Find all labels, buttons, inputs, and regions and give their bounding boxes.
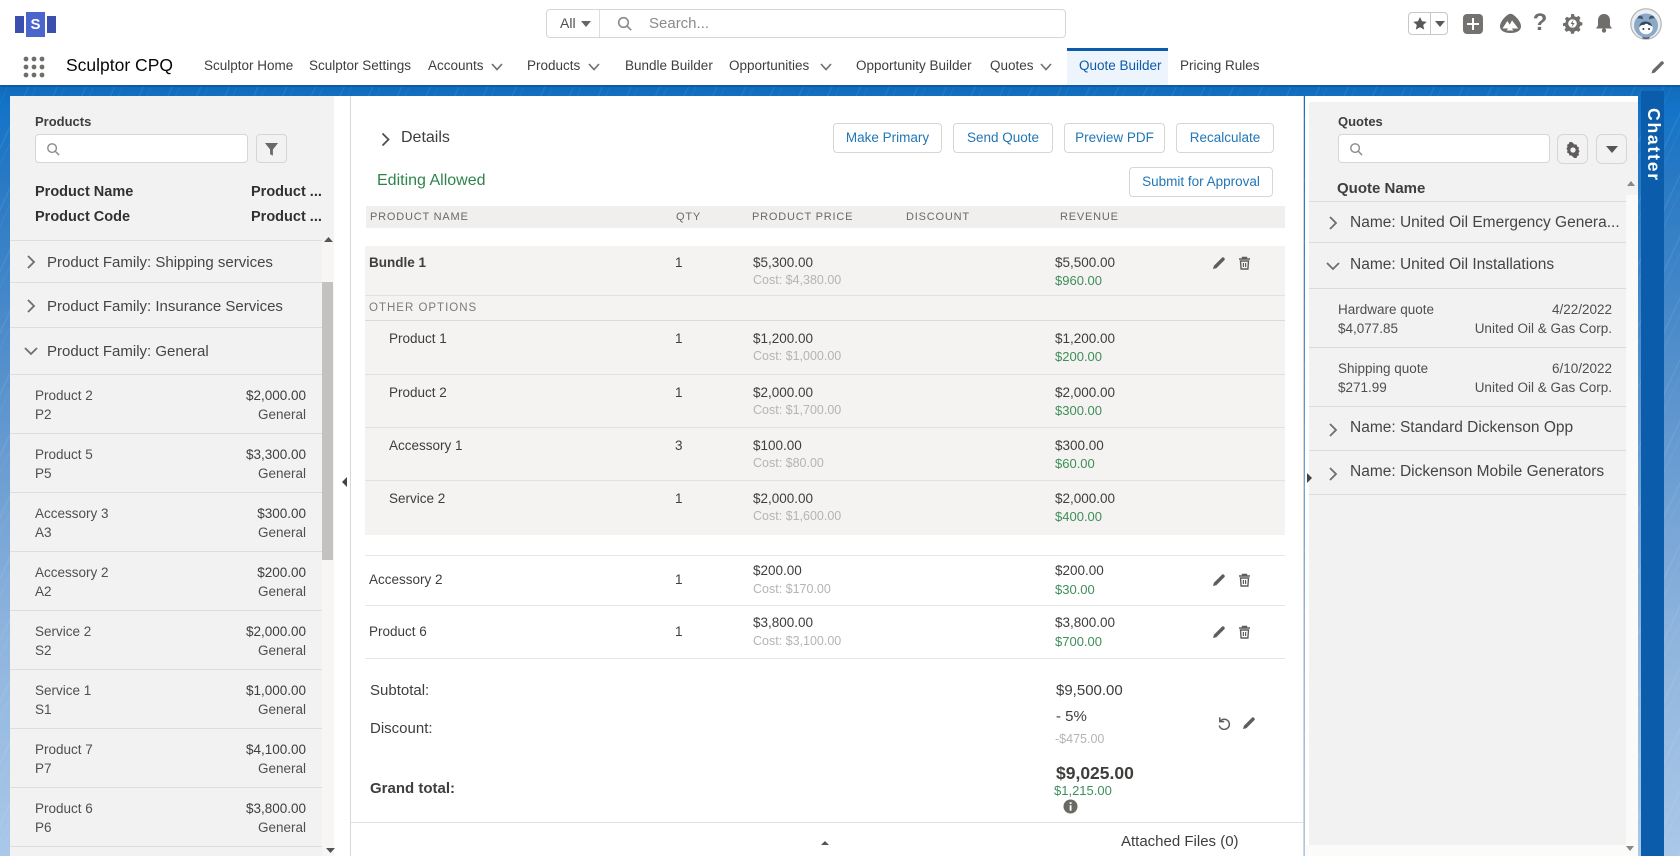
- svg-text:?: ?: [1533, 9, 1548, 36]
